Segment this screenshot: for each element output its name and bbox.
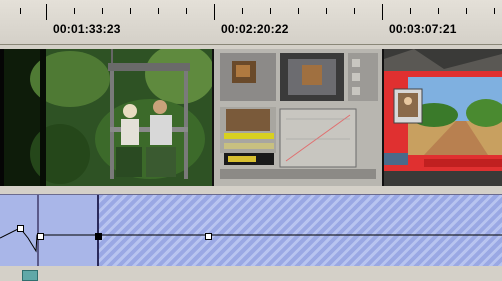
ruler-major-tick bbox=[214, 4, 215, 20]
ruler-tick bbox=[20, 8, 21, 14]
ruler-tick bbox=[270, 8, 271, 14]
keyframe-marker[interactable] bbox=[17, 225, 24, 232]
software-ui-thumbnail bbox=[214, 49, 382, 186]
timecode-label: 00:01:33:23 bbox=[53, 22, 121, 36]
timecode-label: 00:02:20:22 bbox=[221, 22, 289, 36]
timecode-label: 00:03:07:21 bbox=[389, 22, 457, 36]
ruler-tick bbox=[130, 8, 131, 14]
ruler-tick bbox=[466, 8, 467, 14]
video-frame-jungle[interactable] bbox=[0, 49, 212, 186]
ruler-tick bbox=[438, 8, 439, 14]
ruler-tick bbox=[354, 8, 355, 14]
keyframe-marker[interactable] bbox=[37, 233, 44, 240]
keyframe-marker[interactable] bbox=[95, 233, 102, 240]
keyframe-marker[interactable] bbox=[205, 233, 212, 240]
track-separator bbox=[0, 186, 502, 194]
ruler-tick bbox=[74, 8, 75, 14]
ruler-major-tick bbox=[46, 4, 47, 20]
timeline-ruler[interactable]: 00:01:33:23 00:02:20:22 00:03:07:21 bbox=[0, 0, 502, 45]
timeline-track[interactable] bbox=[0, 194, 502, 267]
video-thumbnail-strip[interactable] bbox=[0, 49, 502, 186]
desert-road-pip-thumbnail bbox=[384, 49, 502, 186]
ruler-tick bbox=[242, 8, 243, 14]
video-frame-desert-road[interactable] bbox=[384, 49, 502, 186]
ruler-tick bbox=[326, 8, 327, 14]
track-handle[interactable] bbox=[22, 270, 38, 281]
ruler-tick bbox=[494, 8, 495, 14]
ruler-tick bbox=[298, 8, 299, 14]
ruler-major-tick bbox=[382, 4, 383, 20]
ruler-tick bbox=[102, 8, 103, 14]
ruler-tick bbox=[410, 8, 411, 14]
keyframe-curve bbox=[0, 227, 502, 253]
bottom-track-bar bbox=[0, 266, 502, 279]
ruler-tick bbox=[186, 8, 187, 14]
ruler-tick bbox=[158, 8, 159, 14]
jungle-cable-car-thumbnail bbox=[0, 49, 212, 186]
video-frame-software-ui[interactable] bbox=[214, 49, 382, 186]
